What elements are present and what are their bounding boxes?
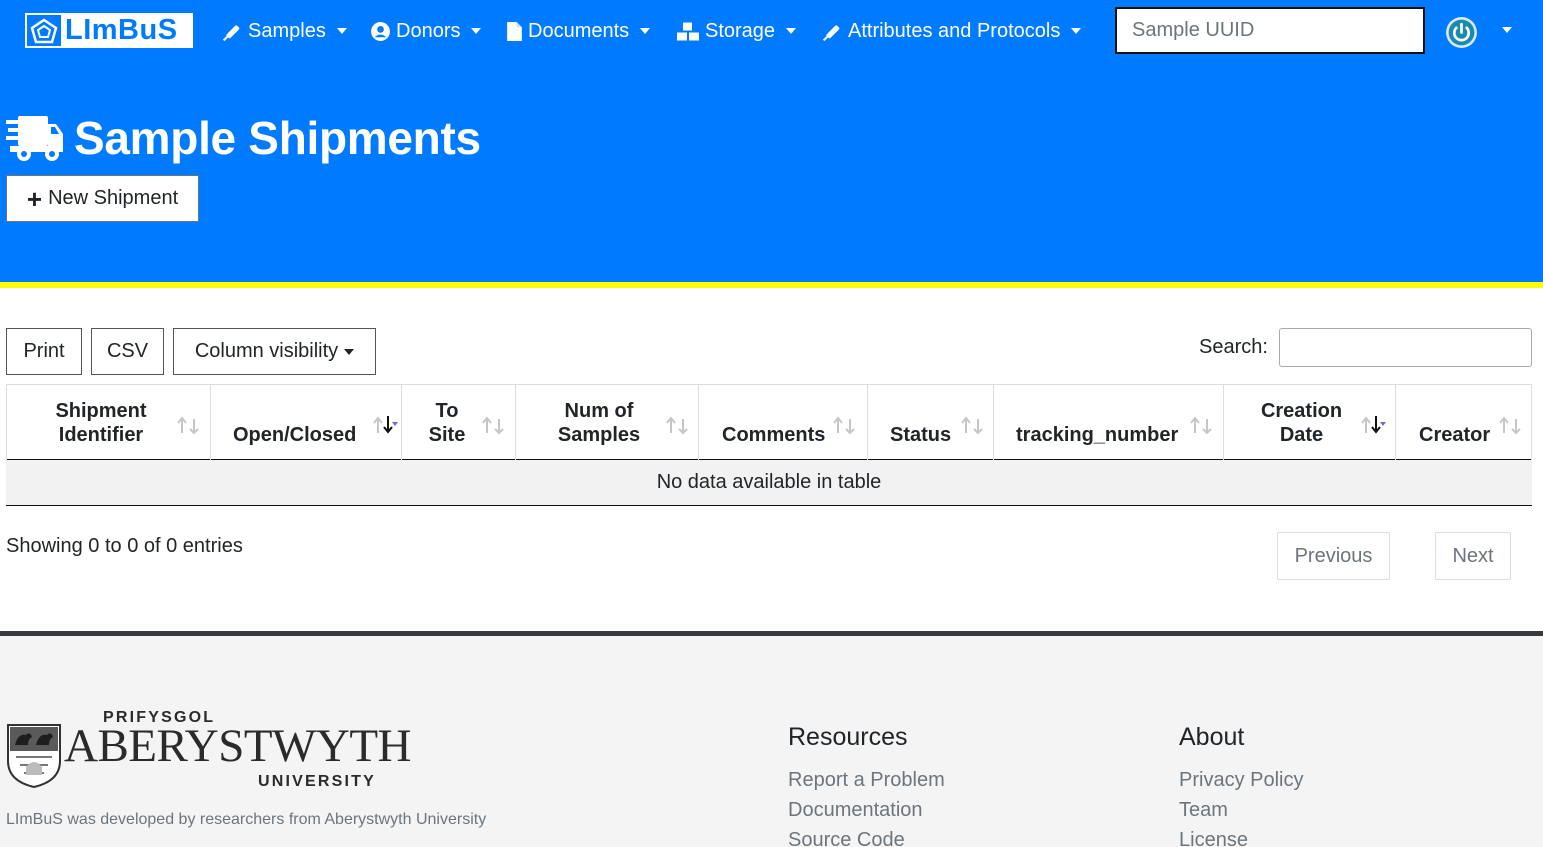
team-link[interactable]: Team — [1179, 795, 1303, 825]
page-title-text: Sample Shipments — [74, 112, 481, 164]
power-icon — [1446, 16, 1477, 48]
brand-logo[interactable]: LImBuS — [25, 13, 193, 48]
pentagon-logo-icon — [27, 15, 61, 46]
nav-documents[interactable]: Documents — [506, 12, 651, 50]
truck-icon — [6, 116, 63, 161]
sort-icon — [1190, 416, 1212, 435]
chevron-down-icon — [471, 28, 482, 34]
page-footer: PRIFYSGOL ABERYSTWYTH UNIVERSITY LImBuS … — [0, 631, 1543, 847]
footer-about-heading: About — [1179, 723, 1245, 751]
new-shipment-label: New Shipment — [48, 187, 179, 209]
developed-by-note: LImBuS was developed by researchers from… — [6, 811, 487, 828]
column-header-creator[interactable]: Creator — [1396, 385, 1532, 460]
brand-name: LImBuS — [65, 14, 178, 46]
column-header-comments[interactable]: Comments — [699, 385, 868, 460]
university-crest-icon — [7, 724, 61, 789]
sort-icon — [1499, 416, 1521, 435]
column-header-num-samples[interactable]: Num of Samples — [516, 385, 699, 460]
table-header: Shipment Identifier Open/Closed To Site — [6, 384, 1532, 460]
syringe-icon — [222, 24, 240, 41]
documentation-link[interactable]: Documentation — [788, 795, 945, 825]
nav-samples-label: Samples — [248, 19, 326, 42]
chevron-down-icon — [344, 348, 355, 355]
sort-icon — [961, 416, 983, 435]
plus-icon: + — [26, 183, 43, 214]
column-header-open-closed[interactable]: Open/Closed — [211, 385, 402, 460]
nav-documents-label: Documents — [528, 19, 630, 42]
search-label: Search: — [1199, 336, 1268, 358]
shipments-table: Shipment Identifier Open/Closed To Site — [6, 384, 1532, 506]
column-header-to-site[interactable]: To Site — [402, 385, 516, 460]
print-button[interactable]: Print — [6, 328, 82, 375]
nav-donors[interactable]: Donors — [370, 12, 482, 50]
source-code-link[interactable]: Source Code — [788, 825, 945, 847]
nav-storage[interactable]: Storage — [676, 12, 797, 50]
sample-uuid-search-input[interactable] — [1115, 7, 1425, 54]
footer-resources-heading: Resources — [788, 723, 908, 751]
page-title: Sample Shipments — [6, 108, 481, 168]
sort-icon — [666, 416, 688, 435]
sort-icon — [177, 416, 199, 435]
chevron-down-icon — [640, 28, 651, 34]
csv-button[interactable]: CSV — [91, 328, 164, 375]
boxes-icon — [677, 22, 699, 40]
license-link[interactable]: License — [1179, 825, 1303, 847]
column-visibility-button[interactable]: Column visibility — [173, 328, 376, 375]
nav-attributes-label: Attributes and Protocols — [848, 19, 1061, 42]
next-page-button[interactable]: Next — [1435, 532, 1511, 580]
previous-page-button[interactable]: Previous — [1277, 532, 1390, 580]
sort-desc-icon — [1361, 416, 1386, 434]
page-header: LImBuS Samples Donors Documents Storage … — [0, 0, 1543, 282]
sort-desc-icon — [373, 416, 398, 434]
chevron-down-icon — [1071, 28, 1082, 34]
chevron-down-icon — [786, 28, 797, 34]
nav-attributes-protocols[interactable]: Attributes and Protocols — [822, 12, 1082, 50]
column-header-status[interactable]: Status — [868, 385, 994, 460]
table-search-input[interactable] — [1279, 328, 1532, 367]
file-icon — [507, 21, 522, 41]
user-menu-button[interactable] — [1445, 15, 1479, 49]
footer-about: About Privacy Policy Team License — [1179, 723, 1303, 847]
new-shipment-button[interactable]: + New Shipment — [6, 175, 199, 222]
footer-resources: Resources Report a Problem Documentation… — [788, 723, 945, 847]
user-menu-caret-icon[interactable] — [1502, 27, 1512, 33]
column-header-creation-date[interactable]: Creation Date — [1224, 385, 1396, 460]
university-name-bottom: UNIVERSITY — [258, 773, 377, 790]
report-problem-link[interactable]: Report a Problem — [788, 765, 945, 795]
header-stripe — [0, 282, 1543, 288]
column-header-shipment-identifier[interactable]: Shipment Identifier — [6, 385, 211, 460]
privacy-policy-link[interactable]: Privacy Policy — [1179, 765, 1303, 795]
sort-icon — [482, 416, 504, 435]
university-name-main: ABERYSTWYTH — [64, 720, 412, 772]
column-header-tracking-number[interactable]: tracking_number — [994, 385, 1224, 460]
nav-samples[interactable]: Samples — [222, 12, 347, 50]
chevron-down-icon — [336, 28, 347, 34]
syringe-icon — [822, 24, 840, 41]
user-circle-icon — [371, 21, 390, 41]
table-info: Showing 0 to 0 of 0 entries — [6, 535, 243, 557]
table-empty-row: No data available in table — [6, 460, 1532, 506]
column-visibility-label: Column visibility — [194, 340, 339, 362]
nav-storage-label: Storage — [705, 19, 776, 42]
nav-donors-label: Donors — [396, 19, 461, 42]
sort-icon — [833, 416, 855, 435]
